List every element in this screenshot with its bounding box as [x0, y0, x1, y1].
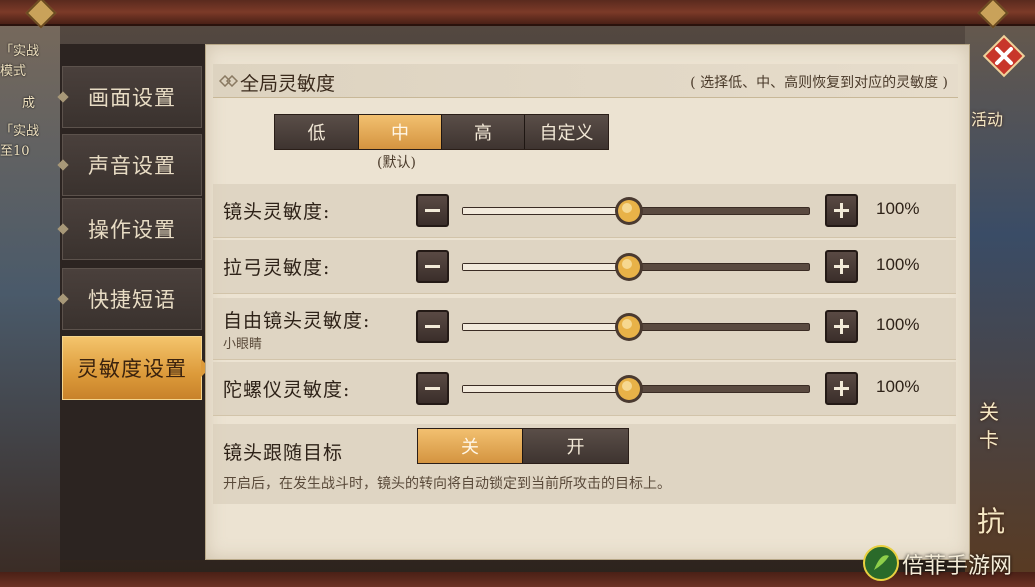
option-high[interactable]: 高	[442, 115, 525, 149]
sidebar-item-controls[interactable]: 操作设置	[57, 198, 202, 260]
background-text: 抗	[977, 505, 1006, 538]
slider-sublabel: 小眼睛	[223, 337, 263, 352]
camera-follow-description: 开启后，在发生战斗时，镜头的转向将自动锁定到当前所攻击的目标上。	[223, 476, 671, 492]
increase-button[interactable]	[825, 250, 858, 283]
increase-button[interactable]	[825, 194, 858, 227]
decrease-button[interactable]	[416, 194, 449, 227]
slider-handle[interactable]	[613, 373, 645, 405]
increase-button[interactable]	[825, 372, 858, 405]
activity-label[interactable]: 活动	[971, 106, 1003, 130]
camera-follow-toggle: 关 开	[417, 428, 629, 464]
eye-ornament-icon	[219, 75, 239, 87]
watermark: 倍菲手游网	[862, 542, 1032, 584]
slider-fill	[463, 208, 629, 214]
sidebar-item-label: 操作设置	[88, 218, 176, 242]
slider-label: 拉弓灵敏度:	[223, 257, 331, 279]
slider-label: 自由镜头灵敏度:	[223, 310, 371, 332]
sidebar-item-label: 灵敏度设置	[77, 357, 187, 381]
slider-row-gyroscope: 陀螺仪灵敏度: 100%	[213, 362, 956, 416]
background-text: 成	[22, 96, 36, 111]
sidebar-item-sound[interactable]: 声音设置	[57, 134, 202, 196]
option-low[interactable]: 低	[275, 115, 359, 149]
slider-row-camera: 镜头灵敏度: 100%	[213, 184, 956, 238]
section-hint: ( 选择低、中、高则恢复到对应的灵敏度 )	[690, 75, 948, 91]
background-text: 「实战	[0, 124, 40, 139]
slider-fill	[463, 264, 629, 270]
slider-value: 100%	[876, 377, 920, 396]
window-frame-top	[0, 0, 1035, 29]
frame-ornament	[977, 0, 1009, 29]
sidebar-item-quick-phrases[interactable]: 快捷短语	[57, 268, 202, 330]
option-custom[interactable]: 自定义	[525, 115, 608, 149]
camera-follow-row: 镜头跟随目标 关 开 开启后，在发生战斗时，镜头的转向将自动锁定到当前所攻击的目…	[213, 424, 956, 504]
slider-handle[interactable]	[613, 251, 645, 283]
background-left-strip: 「实战 模式 成 「实战 至10	[0, 0, 60, 587]
decrease-button[interactable]	[416, 250, 449, 283]
minus-icon	[425, 325, 440, 328]
section-title: 全局灵敏度	[240, 73, 336, 95]
background-text: 「实战	[0, 44, 40, 59]
slider-label: 陀螺仪灵敏度:	[223, 379, 351, 401]
minus-icon	[425, 265, 440, 268]
sidebar-item-label: 声音设置	[88, 154, 176, 178]
camera-follow-label: 镜头跟随目标	[223, 442, 344, 464]
slider-fill	[463, 386, 629, 392]
slider-value: 100%	[876, 315, 920, 334]
close-icon[interactable]	[982, 34, 1026, 78]
global-sensitivity-selector: 低 中 高 自定义	[274, 114, 609, 150]
background-text: 关	[979, 400, 999, 424]
slider-label: 镜头灵敏度:	[223, 201, 331, 223]
toggle-off[interactable]: 关	[418, 429, 523, 463]
diamond-icon	[57, 159, 69, 171]
slider-value: 100%	[876, 199, 920, 218]
sidebar-item-label: 画面设置	[88, 86, 176, 110]
settings-sidebar: 画面设置 声音设置 操作设置 快捷短语 灵敏度设置	[57, 44, 210, 560]
background-text: 卡	[979, 428, 999, 452]
global-sensitivity-header: 全局灵敏度 ( 选择低、中、高则恢复到对应的灵敏度 )	[213, 64, 958, 98]
toggle-on[interactable]: 开	[523, 429, 628, 463]
diamond-icon	[57, 293, 69, 305]
default-note: (默认)	[377, 155, 416, 171]
sidebar-item-sensitivity[interactable]: 灵敏度设置	[62, 336, 210, 400]
frame-ornament	[25, 0, 57, 29]
decrease-button[interactable]	[416, 372, 449, 405]
minus-icon	[425, 387, 440, 390]
slider-value: 100%	[876, 255, 920, 274]
watermark-logo-icon	[863, 545, 899, 581]
decrease-button[interactable]	[416, 310, 449, 343]
diamond-icon	[57, 91, 69, 103]
slider-fill	[463, 324, 629, 330]
background-text: 模式	[0, 64, 27, 79]
slider-handle[interactable]	[613, 311, 645, 343]
background-right-strip: 活动 关 卡 抗	[965, 0, 1035, 587]
increase-button[interactable]	[825, 310, 858, 343]
option-medium[interactable]: 中	[359, 115, 442, 149]
sidebar-item-label: 快捷短语	[88, 288, 176, 312]
watermark-text: 倍菲手游网	[902, 554, 1013, 579]
background-text: 至10	[0, 144, 30, 159]
sidebar-item-display[interactable]: 画面设置	[57, 66, 202, 128]
slider-handle[interactable]	[613, 195, 645, 227]
slider-row-bow: 拉弓灵敏度: 100%	[213, 240, 956, 294]
diamond-icon	[57, 223, 69, 235]
minus-icon	[425, 209, 440, 212]
slider-row-free-camera: 自由镜头灵敏度: 小眼睛 100%	[213, 298, 956, 360]
